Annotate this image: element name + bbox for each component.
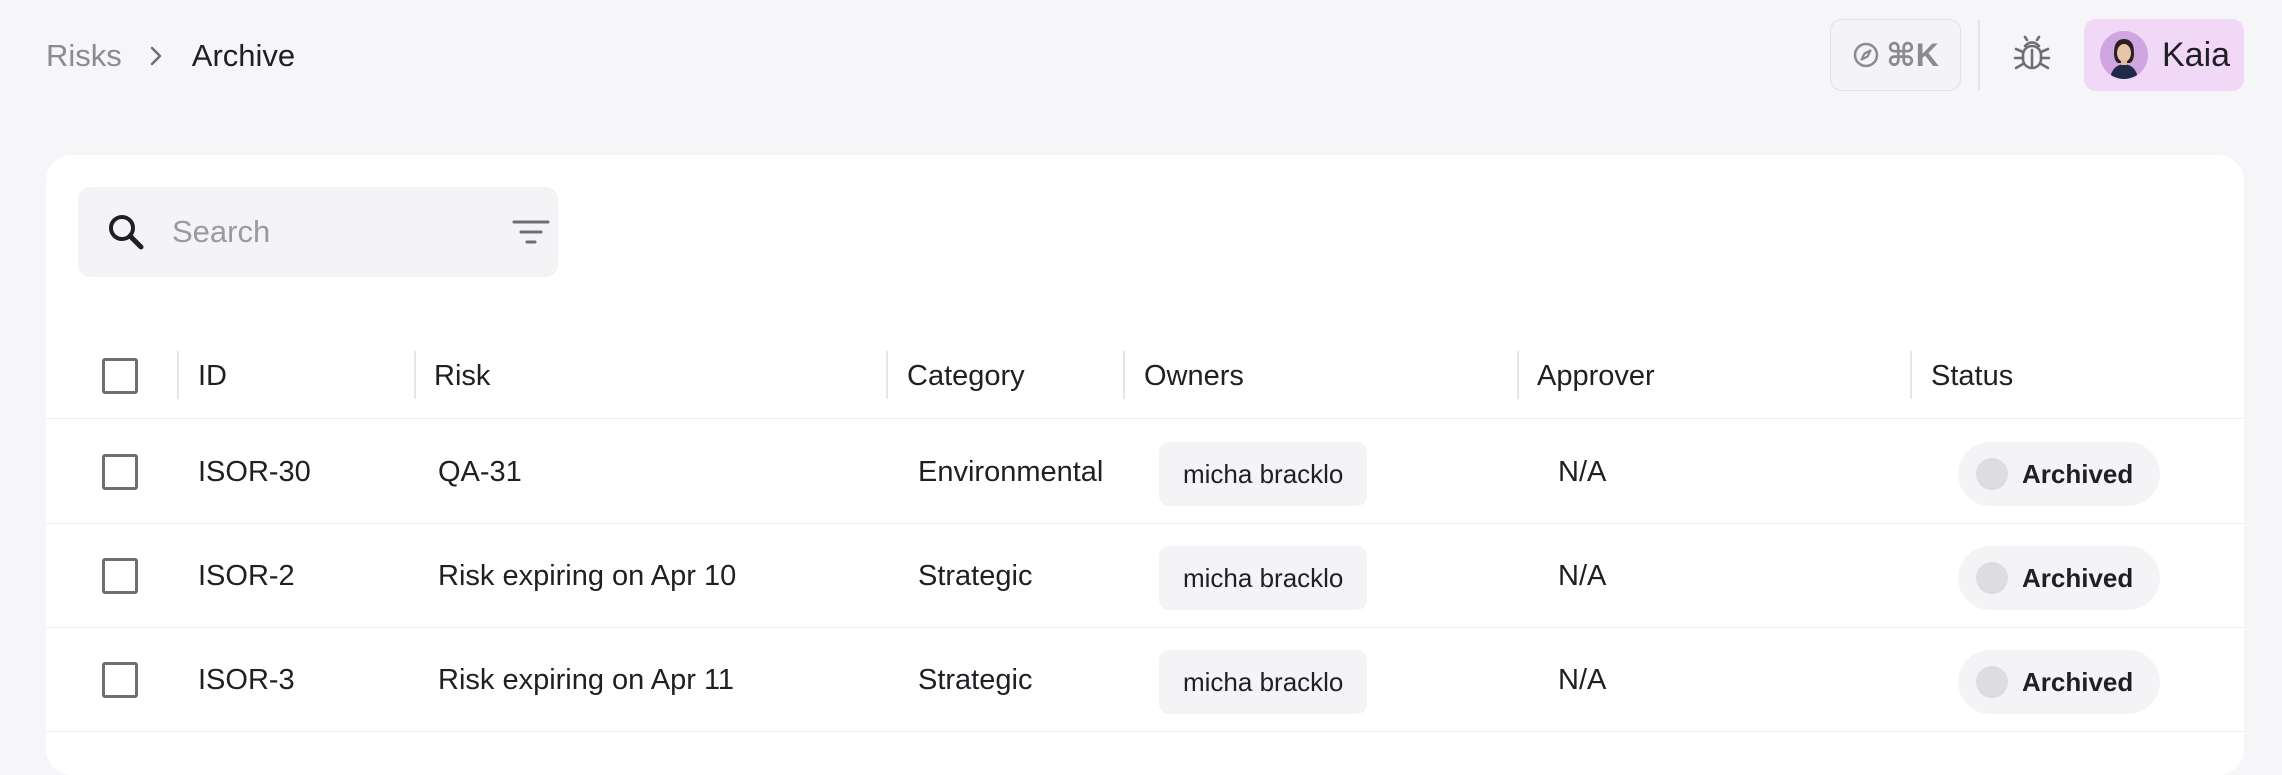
column-header-approver[interactable]: Approver <box>1537 333 1655 419</box>
table-row[interactable]: ISOR-30 QA-31 Environmental micha brackl… <box>46 420 2244 524</box>
column-resize-handle[interactable] <box>177 351 179 399</box>
status-badge: Archived <box>1958 650 2160 714</box>
status-label: Archived <box>2022 458 2134 489</box>
risks-archive-card: ID Risk Category Owners Approver Status … <box>46 155 2244 775</box>
column-resize-handle[interactable] <box>1517 351 1519 399</box>
column-header-owners[interactable]: Owners <box>1144 333 1244 419</box>
risk-name: Risk expiring on Apr 11 <box>438 663 735 696</box>
row-checkbox[interactable] <box>102 662 138 698</box>
risk-name: QA-31 <box>438 455 522 488</box>
column-resize-handle[interactable] <box>414 351 416 399</box>
status-label: Archived <box>2022 666 2134 697</box>
status-dot-icon <box>1976 666 2008 698</box>
column-header-category[interactable]: Category <box>907 333 1025 419</box>
top-bar: Risks Archive ⌘K Kaia <box>0 0 2282 110</box>
status-dot-icon <box>1976 458 2008 490</box>
risk-category: Strategic <box>918 559 1033 592</box>
user-name: Kaia <box>2162 35 2231 74</box>
approver: N/A <box>1558 559 1607 592</box>
avatar <box>2100 31 2148 79</box>
row-checkbox[interactable] <box>102 558 138 594</box>
column-resize-handle[interactable] <box>886 351 888 399</box>
column-header-risk[interactable]: Risk <box>434 333 490 419</box>
owner-chip: micha bracklo <box>1159 650 1368 714</box>
column-header-status[interactable]: Status <box>1931 333 2013 419</box>
shortcut-label: ⌘K <box>1886 37 1939 73</box>
row-checkbox[interactable] <box>102 454 138 490</box>
risk-category: Strategic <box>918 663 1033 696</box>
status-badge: Archived <box>1958 546 2160 610</box>
table-header: ID Risk Category Owners Approver Status <box>46 333 2244 419</box>
risk-id: ISOR-3 <box>198 663 295 696</box>
table-row[interactable]: ISOR-3 Risk expiring on Apr 11 Strategic… <box>46 628 2244 732</box>
command-palette-button[interactable]: ⌘K <box>1830 19 1961 91</box>
user-menu-button[interactable]: Kaia <box>2084 19 2244 91</box>
breadcrumb-current: Archive <box>191 38 296 73</box>
filter-icon[interactable] <box>512 217 550 252</box>
risk-name: Risk expiring on Apr 10 <box>438 559 737 592</box>
search-icon <box>106 212 146 257</box>
header-divider <box>1978 20 1980 90</box>
report-bug-button[interactable] <box>2004 24 2060 86</box>
owner-chip: micha bracklo <box>1159 442 1368 506</box>
select-all-checkbox[interactable] <box>102 358 138 394</box>
status-dot-icon <box>1976 562 2008 594</box>
chevron-right-icon <box>148 44 164 68</box>
approver: N/A <box>1558 663 1607 696</box>
breadcrumb-risks-link[interactable]: Risks <box>46 38 122 74</box>
risk-category: Environmental <box>918 455 1104 488</box>
search-bar <box>78 187 558 277</box>
column-header-id[interactable]: ID <box>198 333 227 419</box>
status-label: Archived <box>2022 562 2134 593</box>
owner-chip: micha bracklo <box>1159 546 1368 610</box>
risk-id: ISOR-30 <box>198 455 311 488</box>
table-row[interactable]: ISOR-2 Risk expiring on Apr 10 Strategic… <box>46 524 2244 628</box>
search-input[interactable] <box>172 207 462 257</box>
risk-id: ISOR-2 <box>198 559 295 592</box>
compass-icon <box>1852 41 1880 69</box>
bug-icon <box>2012 34 2052 76</box>
status-badge: Archived <box>1958 442 2160 506</box>
column-resize-handle[interactable] <box>1123 351 1125 399</box>
approver: N/A <box>1558 455 1607 488</box>
column-resize-handle[interactable] <box>1910 351 1912 399</box>
breadcrumb: Risks Archive <box>46 34 295 78</box>
